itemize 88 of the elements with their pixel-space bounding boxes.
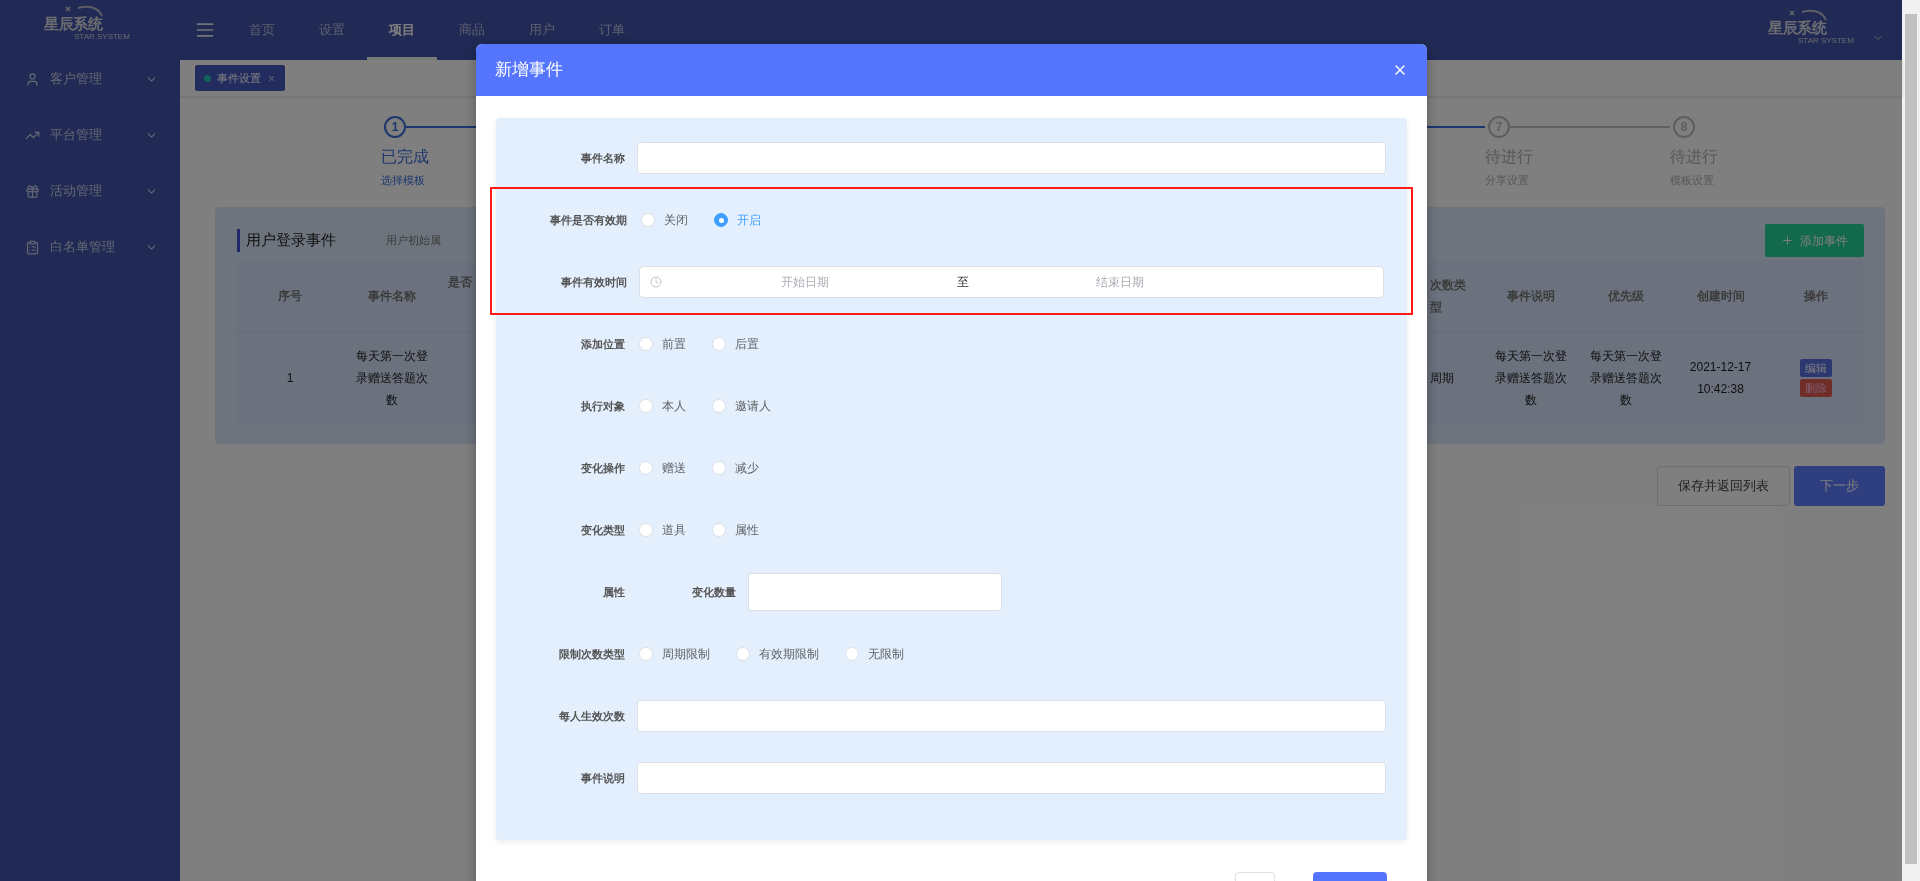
radio-label: 关闭 — [664, 212, 688, 229]
radio-option[interactable]: 无限制 — [845, 645, 904, 663]
radio-option[interactable]: 关闭 — [641, 211, 688, 229]
card-title: 用户登录事件 — [237, 229, 336, 252]
sidebar-item[interactable]: 活动管理 — [0, 163, 180, 219]
table-cell-text: 每天第一次登录赠送答题次数 — [354, 347, 429, 409]
field-label: 事件名称 — [580, 150, 625, 166]
radio-option[interactable]: 属性 — [712, 521, 759, 539]
field-label: 变化操作 — [580, 460, 625, 476]
nav-item[interactable]: 设置 — [297, 0, 367, 60]
radio-option[interactable]: 后置 — [712, 335, 759, 353]
radio-option[interactable]: 前置 — [639, 335, 686, 353]
column-header: 事件名称 — [366, 287, 417, 305]
radio-option[interactable]: 减少 — [712, 459, 759, 477]
quantity-field[interactable] — [748, 573, 1002, 611]
radio-option[interactable]: 开启 — [714, 211, 761, 229]
radio-label: 属性 — [735, 522, 759, 539]
column-header: 次数类型 — [1429, 276, 1467, 316]
table-cell-text: 2021-12-17 10:42:38 — [1688, 358, 1753, 398]
table-cell-text: 1 — [285, 369, 295, 387]
radio-option[interactable]: 周期限制 — [639, 645, 710, 663]
step-title: 选择模板 — [381, 173, 425, 188]
gift-icon — [25, 183, 40, 199]
radio-option[interactable]: 本人 — [639, 397, 686, 415]
sidebar-item[interactable]: 白名单管理 — [0, 219, 180, 275]
save-return-button[interactable]: 保存并返回列表 — [1657, 465, 1790, 506]
menu-icon[interactable] — [195, 20, 215, 40]
column-header: 序号 — [277, 287, 303, 305]
text-field[interactable] — [637, 700, 1386, 732]
field-label: 每人生效次数 — [558, 708, 625, 724]
field-label: 添加位置 — [580, 336, 625, 352]
end-date-placeholder: 结束日期 — [1094, 274, 1145, 291]
radio-option[interactable]: 道具 — [639, 521, 686, 539]
date-range-field[interactable]: 开始日期 至 结束日期 — [639, 266, 1384, 298]
start-date-placeholder: 开始日期 — [780, 274, 831, 291]
radio-option[interactable]: 邀请人 — [712, 397, 771, 415]
logo-title: 星辰系统 — [1768, 20, 1827, 35]
column-header: 优先级 — [1606, 287, 1645, 305]
table-cell-text: 周期 — [1429, 369, 1455, 387]
logo-arc-icon — [62, 3, 106, 18]
logo-subtitle: STAR SYSTEM — [1798, 37, 1854, 45]
radio-label: 减少 — [735, 460, 759, 477]
radio-label: 后置 — [735, 336, 759, 353]
column-header: 事件说明 — [1505, 287, 1556, 305]
field-label: 限制次数类型 — [558, 646, 625, 662]
radio-label: 本人 — [662, 398, 686, 415]
scrollbar[interactable] — [1902, 0, 1920, 881]
table-cell-text: 每天第一次登录赠送答题次数 — [1588, 347, 1663, 409]
radio-label: 道具 — [662, 522, 686, 539]
clipboard-icon — [25, 239, 40, 255]
radio-label: 无限制 — [868, 646, 904, 663]
scrollbar-thumb[interactable] — [1905, 14, 1917, 864]
radio-label: 周期限制 — [662, 646, 710, 663]
close-icon[interactable] — [267, 73, 276, 83]
logo-subtitle: STAR SYSTEM — [74, 32, 130, 41]
sidebar-item[interactable]: 平台管理 — [0, 107, 180, 163]
plus-icon — [1781, 234, 1794, 247]
sidebar-item[interactable]: 客户管理 — [0, 51, 180, 107]
field-label: 变化类型 — [580, 522, 625, 538]
column-header: 创建时间 — [1695, 287, 1746, 305]
field-label: 属性 — [602, 584, 625, 600]
radio-option[interactable]: 赠送 — [639, 459, 686, 477]
field-label: 事件说明 — [580, 770, 625, 786]
radio-label: 邀请人 — [735, 398, 771, 415]
column-header: 是否 — [447, 273, 473, 291]
card-subtitle: 用户初始属 — [386, 233, 441, 249]
radio-option[interactable]: 有效期限制 — [736, 645, 819, 663]
radio-label: 有效期限制 — [759, 646, 819, 663]
clock-icon — [650, 276, 662, 288]
step-status: 已完成 — [381, 147, 429, 167]
dialog-title: 新增事件 — [495, 59, 564, 82]
column-header: 操作 — [1802, 287, 1829, 305]
page-tab[interactable]: 事件设置 — [195, 65, 285, 91]
radio-label: 赠送 — [662, 460, 686, 477]
radio-label: 开启 — [737, 212, 761, 229]
text-field[interactable] — [637, 762, 1386, 794]
range-separator: 至 — [955, 274, 970, 291]
table-cell-text: 每天第一次登录赠送答题次数 — [1493, 347, 1568, 409]
field-label: 事件有效时间 — [560, 274, 627, 290]
edit-button[interactable]: 编辑 — [1799, 358, 1832, 377]
logo-title: 星辰系统 — [44, 15, 103, 31]
field-label: 执行对象 — [580, 398, 625, 414]
field-label: 变化数量 — [692, 584, 736, 600]
field-label: 事件是否有效期 — [549, 212, 627, 228]
logo-arc-icon — [1786, 8, 1830, 22]
text-field[interactable] — [637, 142, 1386, 174]
user-icon — [25, 71, 40, 87]
radio-label: 前置 — [662, 336, 686, 353]
